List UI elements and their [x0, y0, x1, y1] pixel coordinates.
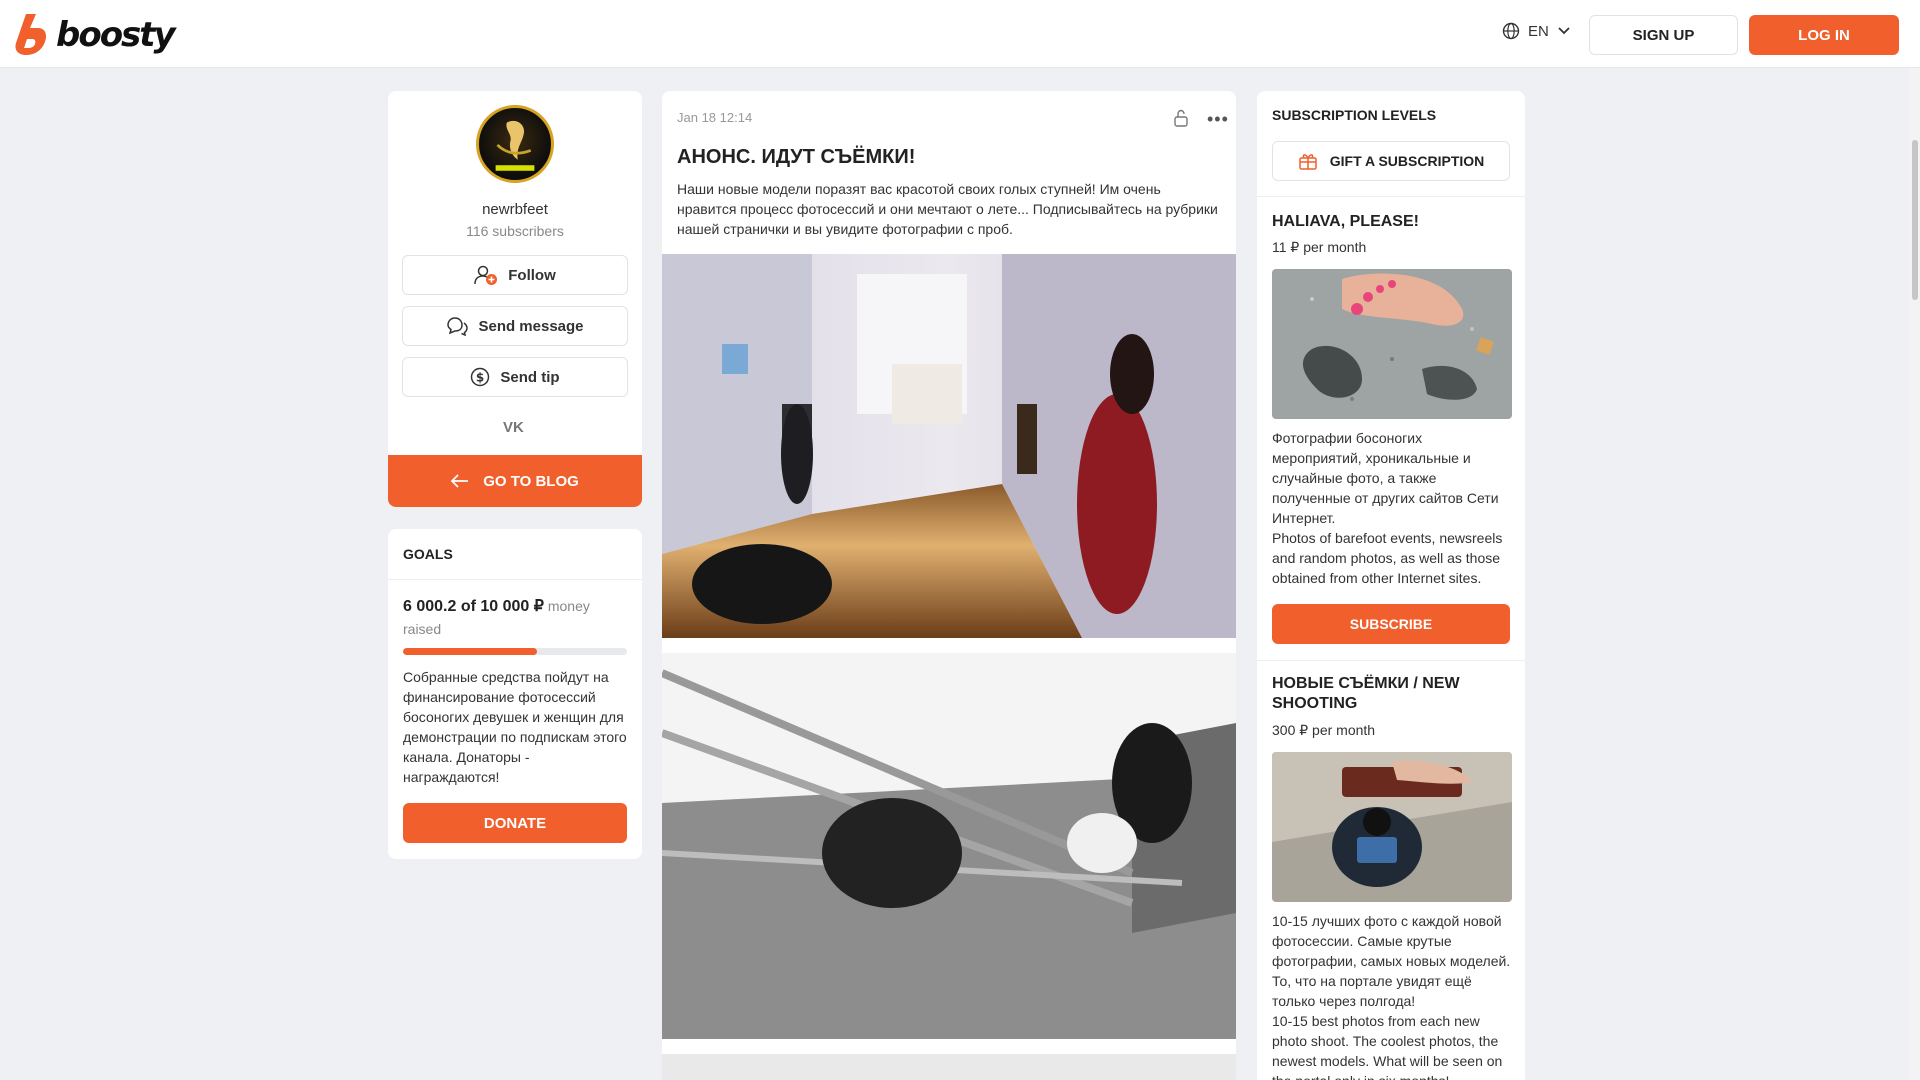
- subscription-levels-card: SUBSCRIPTION LEVELS GIFT A SUBSCRIPTION …: [1257, 91, 1525, 1080]
- logo-wordmark: boosty: [56, 15, 176, 55]
- goal-progress-fill: [403, 648, 538, 655]
- gift-icon: [1298, 154, 1317, 170]
- goals-description: Собранные средства пойдут на финансирова…: [403, 669, 627, 785]
- follow-label: Follow: [508, 266, 556, 284]
- boosty-logo-icon: [15, 14, 46, 55]
- tier-price: 11 ₽ per month: [1272, 239, 1367, 255]
- divider: [388, 579, 642, 580]
- gift-subscription-label: GIFT A SUBSCRIPTION: [1329, 153, 1485, 169]
- post-title: АНОНС. ИДУТ СЪЁМКИ!: [677, 146, 916, 168]
- subscribers-count: 116 subscribers: [466, 223, 564, 239]
- vk-icon[interactable]: VK: [503, 419, 524, 436]
- log-in-button[interactable]: LOG IN: [1749, 15, 1899, 55]
- sign-up-button[interactable]: SIGN UP: [1589, 15, 1738, 55]
- tier-price: 300 ₽ per month: [1272, 722, 1376, 738]
- gift-subscription-button[interactable]: GIFT A SUBSCRIPTION: [1272, 141, 1510, 181]
- post-date: Jan 18 12:14: [677, 110, 753, 125]
- go-to-blog-button[interactable]: GO TO BLOG: [388, 455, 642, 507]
- coin-dollar-icon: $: [471, 367, 490, 387]
- send-tip-label: Send tip: [500, 368, 560, 386]
- lock-icon[interactable]: [1173, 109, 1189, 127]
- send-message-label: Send message: [478, 317, 584, 335]
- go-to-blog-label: GO TO BLOG: [483, 472, 579, 490]
- globe-icon: [1502, 22, 1520, 40]
- avatar-image: [495, 120, 535, 171]
- avatar[interactable]: [476, 105, 554, 183]
- tier-name: HALIAVA, PLEASE!: [1272, 213, 1419, 230]
- post-photo[interactable]: [662, 1054, 1236, 1080]
- donate-button[interactable]: DONATE: [403, 803, 627, 843]
- post-card: Jan 18 12:14 ••• АНОНС. ИДУТ СЪЁМКИ! Наш…: [662, 91, 1236, 1080]
- tier-description: Фотографии босоногих мероприятий, хроник…: [1272, 430, 1503, 586]
- language-code: EN: [1528, 22, 1549, 40]
- chat-icon: [447, 317, 469, 336]
- divider: [1257, 660, 1525, 661]
- profile-card: newrbfeet 116 subscribers Follow Send me…: [388, 91, 642, 507]
- tier-image: [1272, 752, 1512, 902]
- goals-amount-value: 6 000.2 of 10 000 ₽: [403, 598, 544, 615]
- follow-user-icon: [474, 265, 498, 285]
- language-selector[interactable]: EN: [1502, 22, 1571, 40]
- more-options-icon[interactable]: •••: [1207, 109, 1229, 130]
- send-message-button[interactable]: Send message: [402, 306, 628, 346]
- chevron-down-icon: [1558, 27, 1570, 35]
- page-scrollbar[interactable]: [1910, 68, 1920, 1080]
- goals-card: GOALS 6 000.2 of 10 000 ₽ money raised С…: [388, 529, 642, 859]
- top-header: boosty EN SIGN UP LOG IN: [0, 0, 1920, 68]
- boosty-logo[interactable]: boosty: [14, 14, 176, 56]
- subscribe-button[interactable]: SUBSCRIBE: [1272, 604, 1510, 644]
- send-tip-button[interactable]: $ Send tip: [402, 357, 628, 397]
- follow-button[interactable]: Follow: [402, 255, 628, 295]
- tier-image: [1272, 269, 1512, 419]
- tier-description: 10-15 лучших фото с каждой новой фотосес…: [1272, 913, 1511, 1080]
- svg-text:$: $: [476, 371, 484, 385]
- divider: [1257, 196, 1525, 197]
- profile-username[interactable]: newrbfeet: [388, 201, 642, 218]
- arrow-left-icon: [451, 474, 469, 488]
- scrollbar-thumb[interactable]: [1912, 140, 1918, 300]
- post-photo[interactable]: [662, 254, 1236, 638]
- post-photo[interactable]: [662, 653, 1236, 1039]
- goal-progress-bar: [403, 648, 627, 655]
- post-text: Наши новые модели поразят вас красотой с…: [677, 181, 1218, 237]
- subscription-levels-title: SUBSCRIPTION LEVELS: [1272, 107, 1437, 123]
- goals-title: GOALS: [403, 546, 453, 562]
- tier-name: НОВЫЕ СЪЁМКИ / NEW SHOOTING: [1272, 675, 1460, 712]
- goals-amount: 6 000.2 of 10 000 ₽ money raised: [403, 595, 623, 640]
